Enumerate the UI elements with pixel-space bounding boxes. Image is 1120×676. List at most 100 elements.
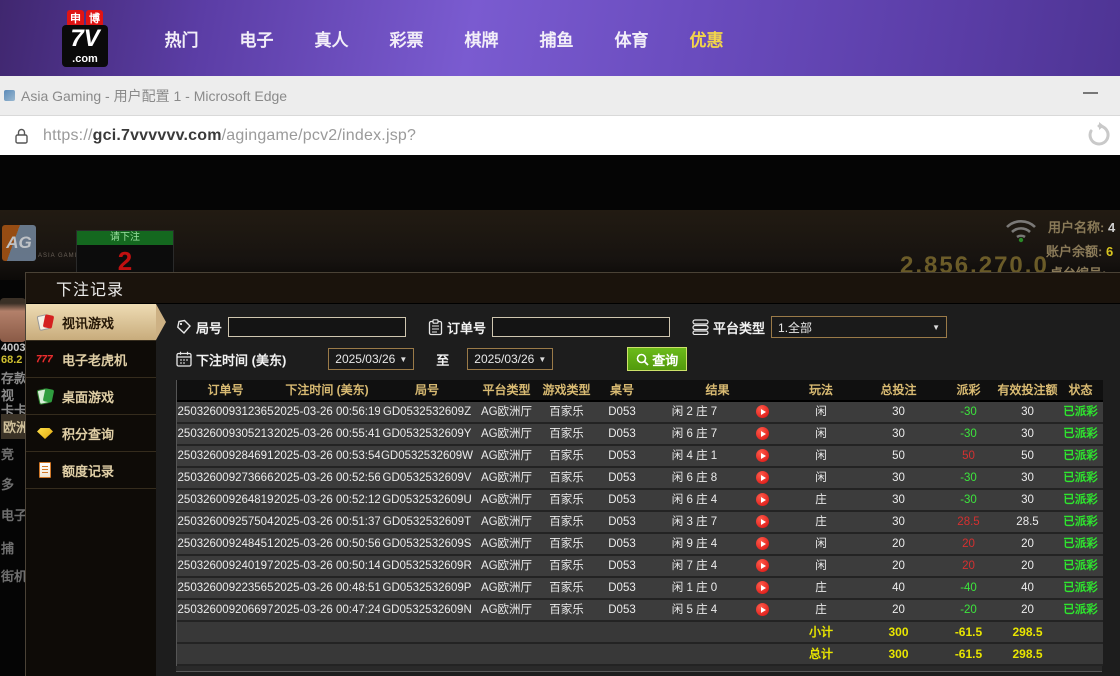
cell-bet-time: 2025-03-26 00:53:54 — [274, 446, 380, 466]
cell-valid-bet: 28.5 — [997, 512, 1058, 532]
minimize-button[interactable] — [1083, 92, 1098, 94]
cell-game-type: 百家乐 — [539, 468, 594, 488]
chevron-down-icon: ▼ — [538, 355, 546, 364]
window-title: Asia Gaming - 用户配置 1 - Microsoft Edge — [21, 86, 287, 106]
cell-total-bet: 50 — [857, 446, 940, 466]
sidebar-item[interactable]: 积分查询 — [26, 415, 156, 452]
cell-play-type: 闲 — [785, 556, 857, 576]
cell-result: 闲 4 庄 1 — [650, 446, 739, 466]
cell-result: 闲 9 庄 4 — [650, 534, 739, 554]
play-video-button[interactable] — [756, 493, 769, 506]
cell-status: 已派彩 — [1058, 578, 1103, 598]
cell-play-type: 闲 — [785, 446, 857, 466]
nav-item[interactable]: 彩票 — [369, 26, 444, 51]
round-number-input[interactable] — [228, 317, 406, 337]
cell-play-type: 庄 — [785, 578, 857, 598]
cell-round-number: GD0532532609R — [380, 556, 474, 576]
cell-order-number: 250326009312365 — [177, 402, 274, 422]
cell-payout: 28.5 — [940, 512, 997, 532]
panel-sidebar: 视讯游戏 电子老虎机 桌面游戏 积分查询 — [26, 304, 156, 676]
play-video-button[interactable] — [756, 405, 769, 418]
play-video-button[interactable] — [756, 471, 769, 484]
url-scheme: https:// — [43, 127, 93, 144]
sidebar-item[interactable]: 视讯游戏 — [26, 304, 156, 341]
platform-type-select[interactable]: 1.全部 ▼ — [771, 316, 947, 338]
cell-payout: 20 — [940, 534, 997, 554]
asia-gaming-logo: AG — [2, 225, 36, 261]
background-menu-item: 街机 — [1, 566, 27, 585]
cell-table-number: D053 — [594, 424, 650, 444]
cell-round-number: GD0532532609U — [380, 490, 474, 510]
table-header-row: 订单号 下注时间 (美东) 局号 平台类型 游戏类型 桌号 结果 玩法 总投注 … — [177, 380, 1103, 402]
cell-result: 闲 7 庄 4 — [650, 556, 739, 576]
cell-payout: 20 — [940, 556, 997, 576]
background-menu-item: 竞 — [1, 444, 14, 463]
edge-window-icon — [4, 90, 15, 101]
cell-status: 已派彩 — [1058, 600, 1103, 620]
play-video-button[interactable] — [756, 603, 769, 616]
sidebar-item[interactable]: 电子老虎机 — [26, 341, 156, 378]
sidebar-item-label: 视讯游戏 — [62, 313, 114, 332]
nav-item[interactable]: 体育 — [594, 26, 669, 51]
date-from-select[interactable]: 2025/03/26 ▼ — [328, 348, 414, 370]
cell-platform: AG欧洲厅 — [474, 468, 539, 488]
cell-game-type: 百家乐 — [539, 556, 594, 576]
sidebar-item[interactable]: 桌面游戏 — [26, 378, 156, 415]
bet-time-label: 下注时间 (美东) — [196, 350, 286, 369]
order-number-input[interactable] — [492, 317, 670, 337]
play-video-button[interactable] — [756, 559, 769, 572]
refresh-icon[interactable] — [1086, 122, 1112, 148]
wifi-icon — [1003, 217, 1039, 243]
nav-item[interactable]: 棋牌 — [444, 26, 519, 51]
cell-bet-time: 2025-03-26 00:50:14 — [274, 556, 380, 576]
play-video-button[interactable] — [756, 581, 769, 594]
play-video-button[interactable] — [756, 449, 769, 462]
cell-status: 已派彩 — [1058, 490, 1103, 510]
balance-label: 账户余额: 6 — [1046, 241, 1113, 260]
cell-play-type: 庄 — [785, 512, 857, 532]
cell-order-number: 250326009206697 — [177, 600, 274, 620]
cell-payout: 50 — [940, 446, 997, 466]
cell-bet-time: 2025-03-26 00:50:56 — [274, 534, 380, 554]
sidebar-item-label: 额度记录 — [62, 461, 114, 480]
site-nav-menu: 热门 电子 真人 彩票 棋牌 捕鱼 体育 优惠 — [144, 26, 744, 51]
cell-bet-time: 2025-03-26 00:47:24 — [274, 600, 380, 620]
cell-valid-bet: 50 — [997, 446, 1058, 466]
sidebar-item[interactable]: 额度记录 — [26, 452, 156, 489]
background-menu-item: 电子 — [1, 505, 27, 524]
order-clipboard-icon — [428, 319, 443, 336]
cell-order-number: 250326009248451 — [177, 534, 274, 554]
date-to-select[interactable]: 2025/03/26 ▼ — [467, 348, 553, 370]
cell-table-number: D053 — [594, 534, 650, 554]
play-video-button[interactable] — [756, 537, 769, 550]
cell-result: 闲 6 庄 7 — [650, 424, 739, 444]
cell-platform: AG欧洲厅 — [474, 490, 539, 510]
nav-item[interactable]: 热门 — [144, 26, 219, 51]
cell-order-number: 250326009264819 — [177, 490, 274, 510]
nav-item[interactable]: 真人 — [294, 26, 369, 51]
cell-status: 已派彩 — [1058, 402, 1103, 422]
url-text[interactable]: https://gci.7vvvvvv.com/agingame/pcv2/in… — [43, 127, 416, 145]
cell-total-bet: 20 — [857, 556, 940, 576]
nav-item[interactable]: 电子 — [219, 26, 294, 51]
cell-total-bet: 40 — [857, 578, 940, 598]
cell-round-number: GD0532532609Z — [380, 402, 474, 422]
nav-item[interactable]: 优惠 — [669, 26, 744, 51]
query-button[interactable]: 查询 — [627, 347, 687, 371]
background-menu-item: 4003 — [1, 342, 25, 354]
cell-game-type: 百家乐 — [539, 402, 594, 422]
play-video-button[interactable] — [756, 427, 769, 440]
nav-item[interactable]: 捕鱼 — [519, 26, 594, 51]
browser-urlbar[interactable]: https://gci.7vvvvvv.com/agingame/pcv2/in… — [0, 116, 1120, 158]
table-row: 250326009240197 2025-03-26 00:50:14 GD05… — [177, 556, 1103, 578]
order-number-label: 订单号 — [447, 318, 486, 337]
site-logo[interactable]: 申 博 7V .com — [56, 10, 114, 67]
browser-titlebar: Asia Gaming - 用户配置 1 - Microsoft Edge — [0, 76, 1120, 116]
url-path: /agingame/pcv2/index.jsp? — [222, 127, 416, 144]
cell-order-number: 250326009305213 — [177, 424, 274, 444]
cell-valid-bet: 30 — [997, 490, 1058, 510]
background-menu-item: 68.2 — [1, 354, 22, 366]
subtotal-bet: 300 — [857, 622, 940, 642]
play-video-button[interactable] — [756, 515, 769, 528]
date-range-to-label: 至 — [436, 350, 449, 369]
